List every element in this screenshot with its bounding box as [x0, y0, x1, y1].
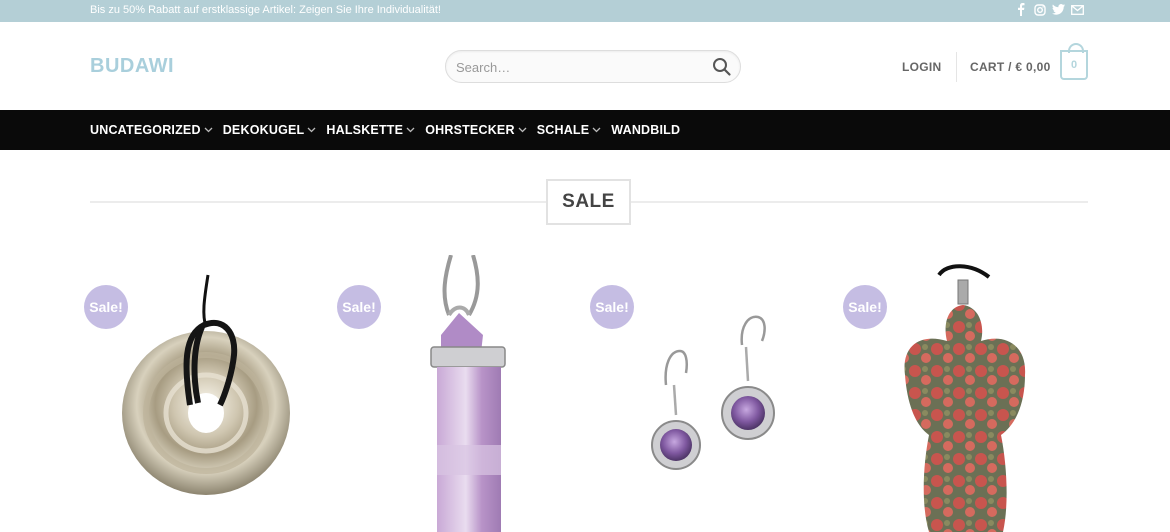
chevron-down-icon — [518, 127, 527, 133]
sale-badge: Sale! — [84, 285, 128, 329]
nav-item-label: WANDBILD — [611, 123, 681, 137]
search-input[interactable] — [456, 58, 696, 76]
sale-badge: Sale! — [590, 285, 634, 329]
facebook-icon[interactable] — [1014, 2, 1027, 17]
nav-item-label: SCHALE — [536, 123, 590, 137]
twitter-icon[interactable] — [1052, 2, 1065, 17]
email-icon[interactable] — [1071, 2, 1084, 17]
nav-item-ohrstecker[interactable]: OHRSTECKER — [425, 123, 527, 137]
product-card[interactable]: Sale! — [84, 255, 324, 532]
cart-bag-icon[interactable]: 0 — [1060, 43, 1088, 80]
instagram-icon[interactable] — [1033, 2, 1046, 17]
main-nav: UNCATEGORIZED DEKOKUGEL HALSKETTE OHRSTECKE… — [0, 110, 1170, 150]
nav-item-label: UNCATEGORIZED — [90, 123, 201, 137]
site-logo[interactable]: BUDAWI — [90, 55, 174, 78]
product-card[interactable]: Sale! — [590, 255, 830, 532]
promo-text: Bis zu 50% Rabatt auf erstklassige Artik… — [90, 4, 441, 16]
cart-count: 0 — [1070, 59, 1078, 71]
product-card[interactable]: Sale! — [337, 255, 577, 532]
login-link[interactable]: LOGIN — [902, 60, 942, 74]
social-links — [1014, 2, 1084, 17]
top-bar: Bis zu 50% Rabatt auf erstklassige Artik… — [0, 0, 1170, 22]
chevron-down-icon — [592, 127, 601, 133]
chevron-down-icon — [307, 127, 316, 133]
chevron-down-icon — [406, 127, 415, 133]
nav-item-label: DEKOKUGEL — [222, 123, 305, 137]
header-divider — [956, 52, 957, 82]
nav-list: UNCATEGORIZED DEKOKUGEL HALSKETTE OHRSTECKE… — [90, 123, 690, 137]
site-header: BUDAWI LOGIN CART / € 0,00 0 — [0, 22, 1170, 110]
sale-badge: Sale! — [843, 285, 887, 329]
nav-item-label: HALSKETTE — [326, 123, 404, 137]
nav-item-label: OHRSTECKER — [425, 123, 515, 137]
sale-badge: Sale! — [337, 285, 381, 329]
chevron-down-icon — [204, 127, 213, 133]
product-card[interactable]: Sale! — [843, 255, 1083, 532]
nav-item-wandbild[interactable]: WANDBILD — [611, 123, 680, 137]
cart-link[interactable]: CART / € 0,00 — [970, 60, 1051, 74]
nav-item-dekokugel[interactable]: DEKOKUGEL — [223, 123, 317, 137]
search-box — [445, 50, 741, 83]
nav-item-halskette[interactable]: HALSKETTE — [326, 123, 415, 137]
nav-item-schale[interactable]: SCHALE — [537, 123, 602, 137]
search-icon[interactable] — [712, 57, 732, 77]
nav-item-uncategorized[interactable]: UNCATEGORIZED — [90, 123, 213, 137]
section-title: SALE — [546, 179, 631, 225]
